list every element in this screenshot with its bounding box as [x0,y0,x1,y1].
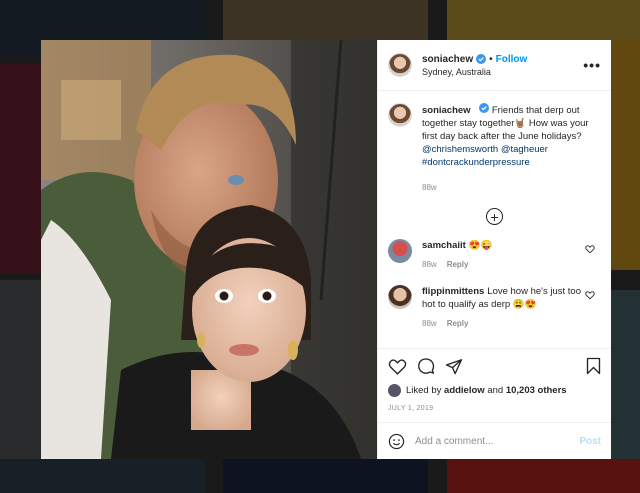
comment-text: 😍😜 [468,240,493,251]
post-actions: Liked by addielow and 10,203 others JULY… [378,348,611,422]
like-comment-heart-icon[interactable] [585,290,595,300]
avatar[interactable] [388,239,412,263]
comment-item: flippinmittens Love how he's just too hot… [388,285,601,330]
comment-username[interactable]: samchaiit [422,240,466,251]
liker-avatar[interactable] [388,384,401,397]
comments-section: soniachew Friends that derp out together… [378,91,611,348]
photo-image [41,40,377,459]
comment-input[interactable] [415,435,580,447]
emoji-smiley-icon[interactable] [388,433,405,450]
mention-link[interactable]: @chrishemsworth [422,144,498,155]
caption-username[interactable]: soniachew [422,105,471,116]
post-header: soniachew • Follow Sydney, Australia ••• [378,40,611,91]
add-comment-bar: Post [378,422,611,459]
comment-timestamp[interactable]: 88w [422,319,437,328]
follow-button[interactable]: Follow [496,54,528,65]
reply-button[interactable]: Reply [447,319,469,328]
hashtag-link[interactable]: #dontcrackunderpressure [422,157,530,168]
verified-badge-icon [476,54,487,64]
avatar[interactable] [388,53,412,77]
likes-count-link[interactable]: 10,203 others [506,385,567,396]
share-paper-plane-icon[interactable] [445,358,463,375]
avatar[interactable] [388,103,412,127]
post-modal: soniachew • Follow Sydney, Australia •••… [41,40,611,459]
likes-summary: Liked by addielow and 10,203 others [388,384,601,397]
comment-item: samchaiit 😍😜 88w Reply [388,239,601,271]
caption-emoji: 🤘🏽 [514,118,527,129]
load-more-comments-button[interactable]: + [486,208,503,225]
comment-bubble-icon[interactable] [417,357,435,375]
comment-username[interactable]: flippinmittens [422,286,484,297]
more-options-button[interactable]: ••• [583,57,601,73]
reply-button[interactable]: Reply [447,260,469,269]
save-bookmark-icon[interactable] [586,357,601,375]
caption-timestamp[interactable]: 88w [422,181,601,194]
mention-link[interactable]: @tagheuer [501,144,548,155]
liked-by-prefix: Liked by [406,385,442,396]
liked-by-username[interactable]: addielow [444,385,485,396]
post-date[interactable]: JULY 1, 2019 [388,405,601,412]
separator-dot: • [489,53,493,65]
liked-by-and: and [487,385,504,396]
avatar[interactable] [388,285,412,309]
load-more-comments: + [388,208,601,225]
post-comment-button[interactable]: Post [579,436,601,447]
header-username[interactable]: soniachew [422,54,473,65]
post-photo[interactable] [41,40,377,459]
like-comment-heart-icon[interactable] [585,244,595,254]
verified-badge-icon [479,103,490,113]
comment-timestamp[interactable]: 88w [422,260,437,269]
post-sidebar: soniachew • Follow Sydney, Australia •••… [377,40,611,459]
location-link[interactable]: Sydney, Australia [422,67,583,77]
post-caption: soniachew Friends that derp out together… [388,103,601,194]
like-heart-icon[interactable] [388,358,407,375]
